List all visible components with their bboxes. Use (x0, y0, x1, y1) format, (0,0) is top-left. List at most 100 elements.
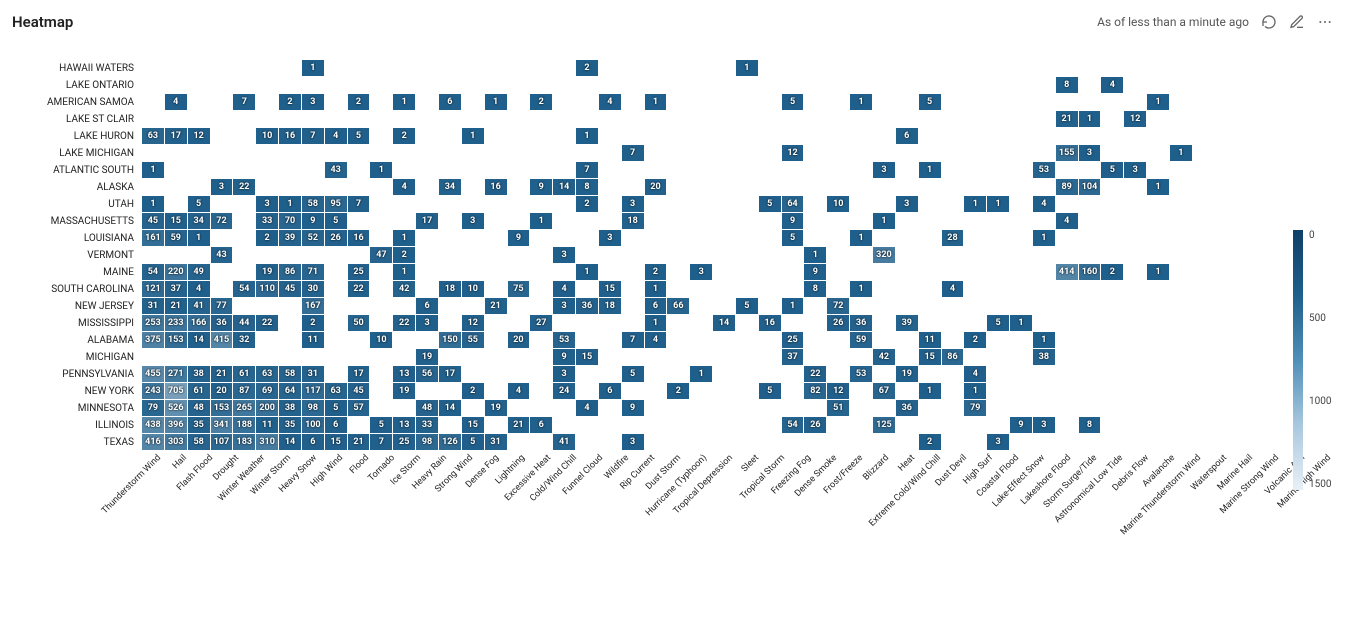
heatmap-cell[interactable]: 415 (211, 332, 233, 348)
heatmap-cell[interactable] (439, 264, 461, 280)
heatmap-cell[interactable]: 2 (256, 230, 278, 246)
heatmap-cell[interactable] (439, 77, 461, 93)
heatmap-cell[interactable]: 4 (599, 94, 621, 110)
heatmap-cell[interactable] (1124, 366, 1146, 382)
heatmap-cell[interactable]: 271 (165, 366, 187, 382)
heatmap-cell[interactable] (942, 162, 964, 178)
heatmap-cell[interactable] (416, 196, 438, 212)
heatmap-cell[interactable]: 3 (896, 196, 918, 212)
heatmap-cell[interactable] (348, 213, 370, 229)
heatmap-cell[interactable]: 9 (302, 213, 324, 229)
heatmap-cell[interactable] (782, 179, 804, 195)
heatmap-cell[interactable] (1079, 434, 1101, 450)
heatmap-cell[interactable]: 16 (759, 315, 781, 331)
heatmap-cell[interactable]: 7 (576, 162, 598, 178)
heatmap-cell[interactable]: 1 (142, 196, 164, 212)
heatmap-cell[interactable]: 104 (1079, 179, 1101, 195)
heatmap-cell[interactable] (645, 383, 667, 399)
heatmap-cell[interactable] (1124, 400, 1146, 416)
heatmap-cell[interactable] (987, 145, 1009, 161)
heatmap-cell[interactable] (599, 434, 621, 450)
heatmap-cell[interactable] (1147, 128, 1169, 144)
heatmap-cell[interactable] (1170, 60, 1192, 76)
heatmap-cell[interactable] (964, 315, 986, 331)
heatmap-cell[interactable] (850, 128, 872, 144)
heatmap-cell[interactable] (736, 111, 758, 127)
heatmap-cell[interactable] (919, 145, 941, 161)
heatmap-cell[interactable] (439, 128, 461, 144)
heatmap-cell[interactable] (873, 400, 895, 416)
heatmap-cell[interactable] (599, 417, 621, 433)
heatmap-cell[interactable] (1170, 332, 1192, 348)
heatmap-cell[interactable]: 72 (211, 213, 233, 229)
heatmap-cell[interactable] (896, 332, 918, 348)
heatmap-cell[interactable] (462, 196, 484, 212)
heatmap-cell[interactable] (759, 281, 781, 297)
heatmap-cell[interactable]: 17 (165, 128, 187, 144)
heatmap-cell[interactable] (622, 383, 644, 399)
heatmap-cell[interactable] (508, 111, 530, 127)
heatmap-cell[interactable] (1079, 213, 1101, 229)
heatmap-cell[interactable]: 2 (576, 196, 598, 212)
heatmap-cell[interactable] (439, 162, 461, 178)
heatmap-cell[interactable] (690, 128, 712, 144)
heatmap-cell[interactable]: 33 (256, 213, 278, 229)
heatmap-cell[interactable]: 18 (439, 281, 461, 297)
heatmap-cell[interactable] (1170, 196, 1192, 212)
heatmap-cell[interactable] (736, 145, 758, 161)
heatmap-cell[interactable] (987, 128, 1009, 144)
heatmap-cell[interactable] (667, 281, 689, 297)
heatmap-cell[interactable] (1124, 179, 1146, 195)
heatmap-cell[interactable]: 1 (1079, 111, 1101, 127)
heatmap-cell[interactable]: 1 (1147, 264, 1169, 280)
heatmap-cell[interactable] (713, 247, 735, 263)
heatmap-cell[interactable] (439, 383, 461, 399)
heatmap-cell[interactable] (667, 315, 689, 331)
heatmap-cell[interactable] (462, 366, 484, 382)
heatmap-cell[interactable]: 19 (896, 366, 918, 382)
heatmap-cell[interactable] (462, 60, 484, 76)
heatmap-cell[interactable]: 1 (964, 196, 986, 212)
heatmap-cell[interactable] (576, 281, 598, 297)
heatmap-cell[interactable]: 3 (622, 196, 644, 212)
heatmap-cell[interactable] (850, 145, 872, 161)
heatmap-cell[interactable]: 167 (302, 298, 324, 314)
heatmap-cell[interactable] (759, 332, 781, 348)
heatmap-cell[interactable]: 1 (1170, 145, 1192, 161)
heatmap-cell[interactable] (850, 349, 872, 365)
heatmap-cell[interactable] (713, 383, 735, 399)
heatmap-cell[interactable]: 48 (188, 400, 210, 416)
heatmap-cell[interactable]: 89 (1056, 179, 1078, 195)
heatmap-cell[interactable]: 64 (279, 383, 301, 399)
heatmap-cell[interactable]: 33 (416, 417, 438, 433)
heatmap-cell[interactable] (713, 298, 735, 314)
heatmap-cell[interactable]: 526 (165, 400, 187, 416)
heatmap-cell[interactable] (233, 128, 255, 144)
heatmap-cell[interactable] (508, 366, 530, 382)
heatmap-cell[interactable] (1170, 162, 1192, 178)
heatmap-cell[interactable] (393, 349, 415, 365)
heatmap-cell[interactable]: 19 (256, 264, 278, 280)
heatmap-cell[interactable] (1101, 366, 1123, 382)
heatmap-cell[interactable] (462, 230, 484, 246)
heatmap-cell[interactable] (987, 247, 1009, 263)
heatmap-cell[interactable] (759, 162, 781, 178)
heatmap-cell[interactable] (1033, 145, 1055, 161)
heatmap-cell[interactable]: 1 (919, 383, 941, 399)
heatmap-cell[interactable] (1010, 94, 1032, 110)
heatmap-cell[interactable]: 12 (827, 383, 849, 399)
heatmap-cell[interactable] (667, 349, 689, 365)
heatmap-cell[interactable] (1170, 315, 1192, 331)
heatmap-cell[interactable] (645, 128, 667, 144)
heatmap-cell[interactable] (599, 213, 621, 229)
heatmap-cell[interactable] (439, 196, 461, 212)
heatmap-cell[interactable]: 9 (782, 213, 804, 229)
heatmap-cell[interactable]: 10 (462, 281, 484, 297)
heatmap-cell[interactable] (416, 383, 438, 399)
heatmap-cell[interactable]: 188 (233, 417, 255, 433)
heatmap-cell[interactable]: 26 (325, 230, 347, 246)
heatmap-cell[interactable] (827, 111, 849, 127)
heatmap-cell[interactable] (919, 298, 941, 314)
heatmap-cell[interactable]: 25 (393, 434, 415, 450)
heatmap-cell[interactable] (759, 247, 781, 263)
